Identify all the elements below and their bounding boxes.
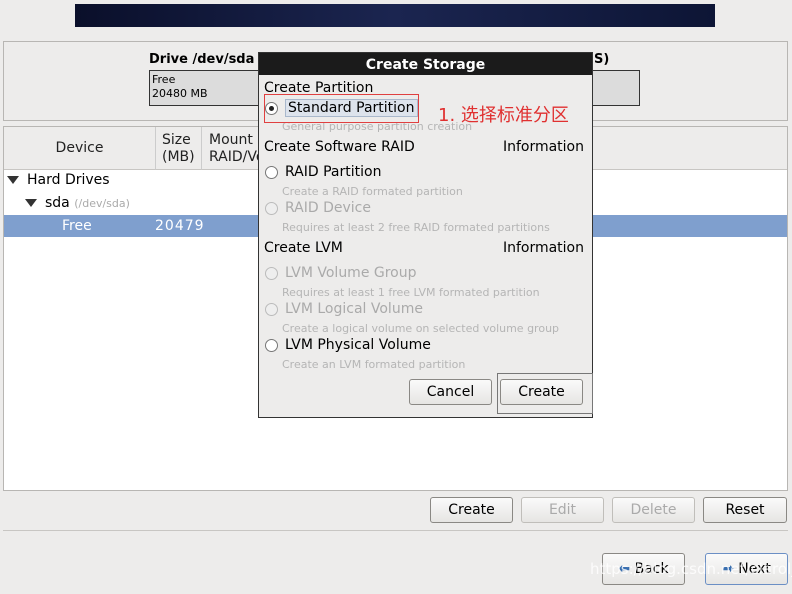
radio-icon[interactable] (265, 338, 278, 352)
radio-icon[interactable] (265, 165, 278, 179)
radio-lvm-physical-volume[interactable]: LVM Physical Volume (265, 337, 431, 353)
column-size[interactable]: Size (MB) (156, 127, 202, 170)
radio-lvm-volume-group[interactable]: LVM Volume Group (265, 265, 417, 281)
option-label: LVM Volume Group (285, 265, 417, 281)
option-label: LVM Physical Volume (285, 337, 431, 353)
radio-icon[interactable] (265, 266, 278, 280)
radio-icon[interactable] (265, 302, 278, 316)
cancel-button[interactable]: Cancel (409, 379, 492, 405)
option-description: Requires at least 2 free RAID formated p… (282, 221, 550, 234)
option-description: Requires at least 1 free LVM formated pa… (282, 286, 540, 299)
reset-button[interactable]: Reset (703, 497, 787, 523)
option-description: Create a logical volume on selected volu… (282, 322, 560, 335)
row-label: Free (62, 218, 92, 234)
option-description: Create an LVM formated partition (282, 358, 466, 371)
expand-icon[interactable] (25, 199, 37, 207)
watermark: https://blog.csdn.net/clarolja (590, 560, 792, 578)
divider (3, 530, 788, 531)
banner (75, 4, 715, 27)
radio-icon[interactable] (265, 201, 278, 215)
dialog-title: Create Storage (259, 53, 592, 75)
expand-icon[interactable] (7, 176, 19, 184)
option-label: LVM Logical Volume (285, 301, 423, 317)
section-software-raid: Create Software RAID (264, 139, 415, 155)
create-button[interactable]: Create (430, 497, 513, 523)
row-size: 20479 (155, 218, 205, 234)
option-description: Create a RAID formated partition (282, 185, 463, 198)
section-create-lvm: Create LVM (264, 240, 343, 256)
radio-raid-partition[interactable]: RAID Partition (265, 164, 381, 180)
information-label: Information (502, 139, 584, 155)
information-label: Information (502, 240, 584, 256)
row-sub: (/dev/sda) (74, 197, 130, 210)
radio-raid-device[interactable]: RAID Device (265, 200, 371, 216)
radio-lvm-logical-volume[interactable]: LVM Logical Volume (265, 301, 423, 317)
annotation-text: 1. 选择标准分区 (438, 105, 569, 126)
annotation-highlight (264, 94, 419, 123)
row-label: Hard Drives (27, 172, 110, 188)
dialog-create-button[interactable]: Create (500, 379, 583, 405)
option-label: RAID Partition (285, 164, 382, 180)
row-label: sda (45, 195, 70, 211)
edit-button[interactable]: Edit (521, 497, 604, 523)
column-device[interactable]: Device (4, 127, 156, 170)
delete-button[interactable]: Delete (612, 497, 695, 523)
option-label: RAID Device (285, 200, 371, 216)
